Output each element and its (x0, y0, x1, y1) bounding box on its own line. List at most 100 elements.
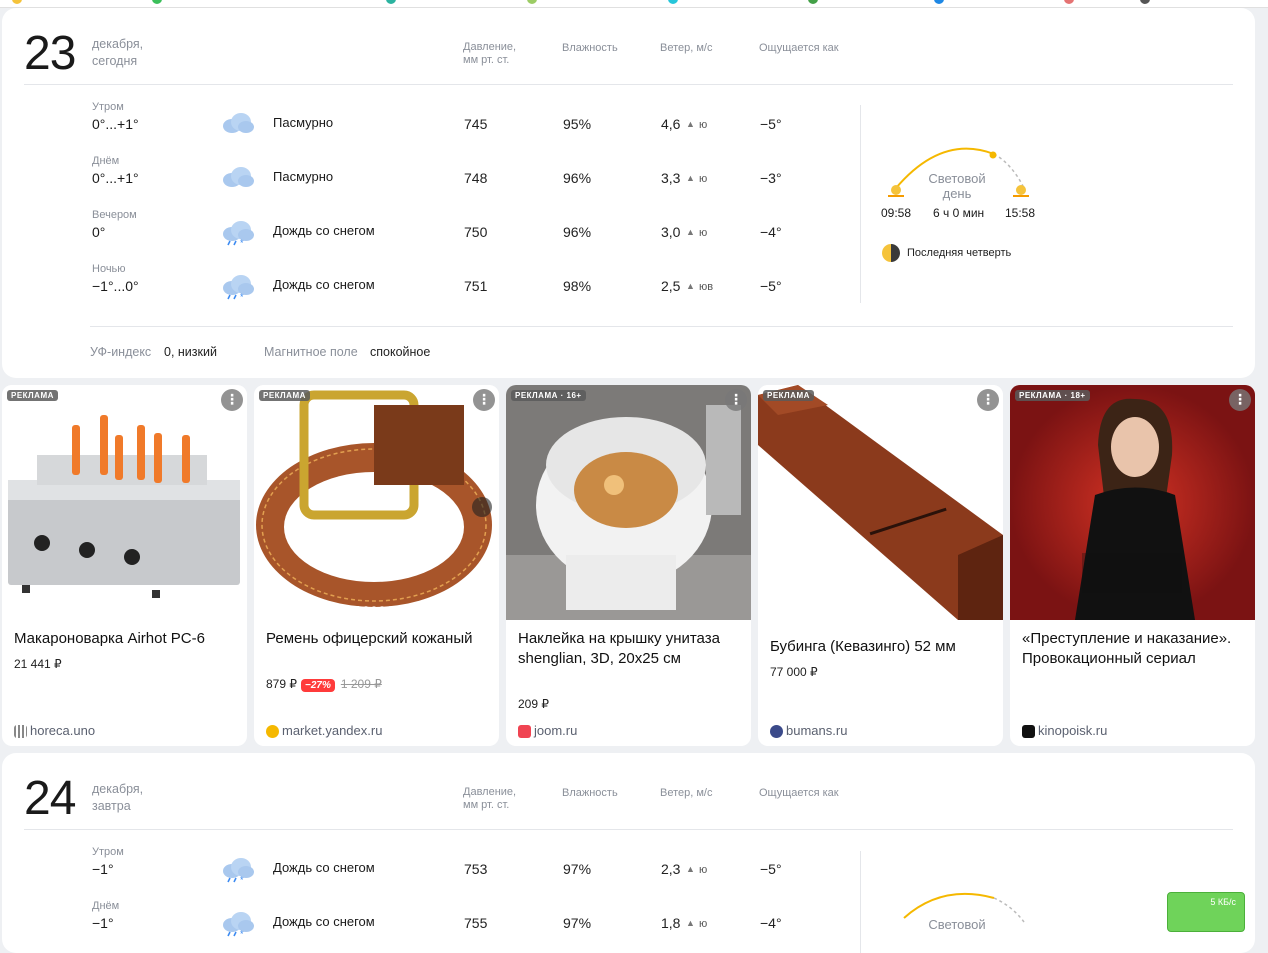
ad-image-pasta-cooker (2, 385, 247, 620)
humidity-value: 97% (563, 915, 592, 931)
temperature: 0°...+1° (92, 116, 139, 132)
ad-image-wood-board (758, 385, 1003, 620)
condition-label: Дождь со снегом (273, 860, 375, 875)
cloudy-icon (220, 162, 254, 192)
discount-badge: −27% (301, 679, 335, 692)
wind-speed-value: 3,0 (661, 224, 681, 240)
wind-direction-arrow-icon: ▲ (686, 119, 695, 129)
forecast-row: Днём 0°...+1° Пасмурно 748 96% 3,3 ▲ ю −3° (2, 155, 862, 205)
more-options-icon[interactable]: ⋮ (1229, 389, 1251, 411)
ad-label: РЕКЛАМА (763, 390, 814, 401)
ad-card[interactable]: РЕКЛАМА ⋮ Ремень офицерский кожаный 879 … (254, 385, 499, 746)
ad-source-link[interactable]: kinopoisk.ru (1038, 723, 1107, 738)
wind-direction-arrow-icon: ▲ (686, 227, 695, 237)
humidity-value: 96% (563, 170, 592, 186)
ad-title[interactable]: Макароноварка Airhot PC-6 (14, 629, 239, 649)
divider (90, 326, 1233, 327)
ad-source-link[interactable]: horeca.uno (30, 723, 95, 738)
day-date-label: декабря, завтра (92, 782, 144, 813)
network-speed-widget[interactable]: 5 КБ/с (1167, 892, 1245, 932)
divider (24, 829, 1233, 830)
ad-image-series-poster (1010, 385, 1255, 620)
condition-label: Дождь со снегом (273, 914, 375, 929)
moon-phase-icon (882, 244, 900, 262)
cloudy-icon (220, 108, 254, 138)
ad-source-link[interactable]: bumans.ru (786, 723, 847, 738)
rain-snow-icon: * (220, 907, 254, 939)
ad-card[interactable]: РЕКЛАМА ⋮ Макароноварка Airhot PC-6 21 4… (2, 385, 247, 746)
magnetic-field-value: спокойное (370, 345, 431, 359)
wind-direction-label: ю (699, 173, 708, 185)
period-label: Утром (92, 846, 124, 858)
weather-today-card: 23 декабря, сегодня Давление, мм рт. ст. В… (2, 8, 1255, 378)
ad-title[interactable]: Наклейка на крышку унитаза shenglian, 3D… (518, 629, 743, 669)
divider (24, 84, 1233, 85)
condition-label: Пасмурно (273, 115, 334, 130)
temperature: 0°...+1° (92, 170, 139, 186)
header-humidity: Влажность (562, 42, 618, 54)
rain-snow-icon: * (220, 216, 254, 248)
magnetic-field-label: Магнитное поле (264, 345, 358, 359)
pressure-value: 745 (464, 116, 488, 132)
ad-title[interactable]: Бубинга (Кевазинго) 52 мм (770, 637, 995, 657)
day-number: 23 (24, 27, 76, 80)
ad-source-link[interactable]: joom.ru (534, 723, 577, 738)
feels-like-value: −4° (760, 915, 782, 931)
humidity-value: 98% (563, 278, 592, 294)
wind-direction-label: ю (699, 864, 708, 876)
wind-direction-label: ю (699, 227, 708, 239)
header-feels-like: Ощущается как (759, 42, 839, 54)
sunset-time: 15:58 (1005, 206, 1036, 220)
feels-like-value: −5° (760, 116, 782, 132)
svg-text:*: * (240, 875, 244, 883)
weather-tomorrow-card: 24 декабря, завтра Давление, мм рт. ст. Вл… (2, 753, 1255, 953)
period-label: Ночью (92, 263, 126, 275)
wind-direction-arrow-icon: ▲ (686, 281, 695, 291)
more-options-icon[interactable]: ⋮ (473, 389, 495, 411)
daylight-label: Световой день (928, 171, 986, 201)
ad-title[interactable]: «Преступление и наказание». Провокационн… (1022, 629, 1247, 669)
network-speed-value: 5 КБ/с (1210, 897, 1236, 907)
more-options-icon[interactable]: ⋮ (725, 389, 747, 411)
wind-speed-value: 2,3 (661, 861, 681, 877)
pressure-value: 755 (464, 915, 488, 931)
wind-direction-label: ю (699, 119, 708, 131)
ad-price: 21 441 ₽ (14, 657, 62, 671)
divider (860, 851, 861, 953)
forecast-row: Утром 0°...+1° Пасмурно 745 95% 4,6 ▲ ю −5° (2, 101, 862, 151)
uv-index-label: УФ-индекс (90, 345, 152, 359)
ad-source-link[interactable]: market.yandex.ru (282, 723, 382, 738)
ad-card[interactable]: РЕКЛАМА · 16+ ⋮ Наклейка на крышку унита… (506, 385, 751, 746)
header-pressure: Давление, мм рт. ст. (463, 786, 517, 811)
feels-like-value: −5° (760, 278, 782, 294)
forecast-row: Утром −1° * Дождь со снегом 753 97% 2,3 ▲ ю −5° (2, 846, 862, 896)
ad-price-row: 879 ₽ −27% 1 209 ₽ (266, 677, 382, 692)
horeca-favicon-icon (14, 725, 27, 738)
more-options-icon[interactable]: ⋮ (977, 389, 999, 411)
svg-text:*: * (240, 238, 244, 246)
condition-label: Дождь со снегом (273, 277, 375, 292)
feels-like-value: −4° (760, 224, 782, 240)
kinopoisk-favicon-icon (1022, 725, 1035, 738)
ad-title[interactable]: Ремень офицерский кожаный (266, 629, 491, 649)
header-wind: Ветер, м/с (660, 42, 713, 54)
temperature: −1° (92, 915, 114, 931)
svg-text:*: * (240, 292, 244, 300)
ad-image-leather-belt (254, 385, 499, 620)
header-humidity: Влажность (562, 787, 618, 799)
ad-card[interactable]: РЕКЛАМА ⋮ Бубинга (Кевазинго) 52 мм 77 0… (758, 385, 1003, 746)
condition-label: Пасмурно (273, 169, 334, 184)
market-favicon-icon (266, 725, 279, 738)
bumans-favicon-icon (770, 725, 783, 738)
ad-image-toilet-sticker (506, 385, 751, 620)
browser-bookmarks-strip (0, 0, 1268, 8)
wind-speed-value: 2,5 (661, 278, 681, 294)
ad-label: РЕКЛАМА · 16+ (511, 390, 586, 401)
day-number: 24 (24, 772, 76, 825)
ad-card[interactable]: РЕКЛАМА · 18+ ⋮ «Преступление и наказани… (1010, 385, 1255, 746)
sunrise-time: 09:58 (881, 206, 912, 220)
period-label: Днём (92, 900, 120, 912)
humidity-value: 96% (563, 224, 592, 240)
more-options-icon[interactable]: ⋮ (221, 389, 243, 411)
period-label: Утром (92, 101, 124, 113)
